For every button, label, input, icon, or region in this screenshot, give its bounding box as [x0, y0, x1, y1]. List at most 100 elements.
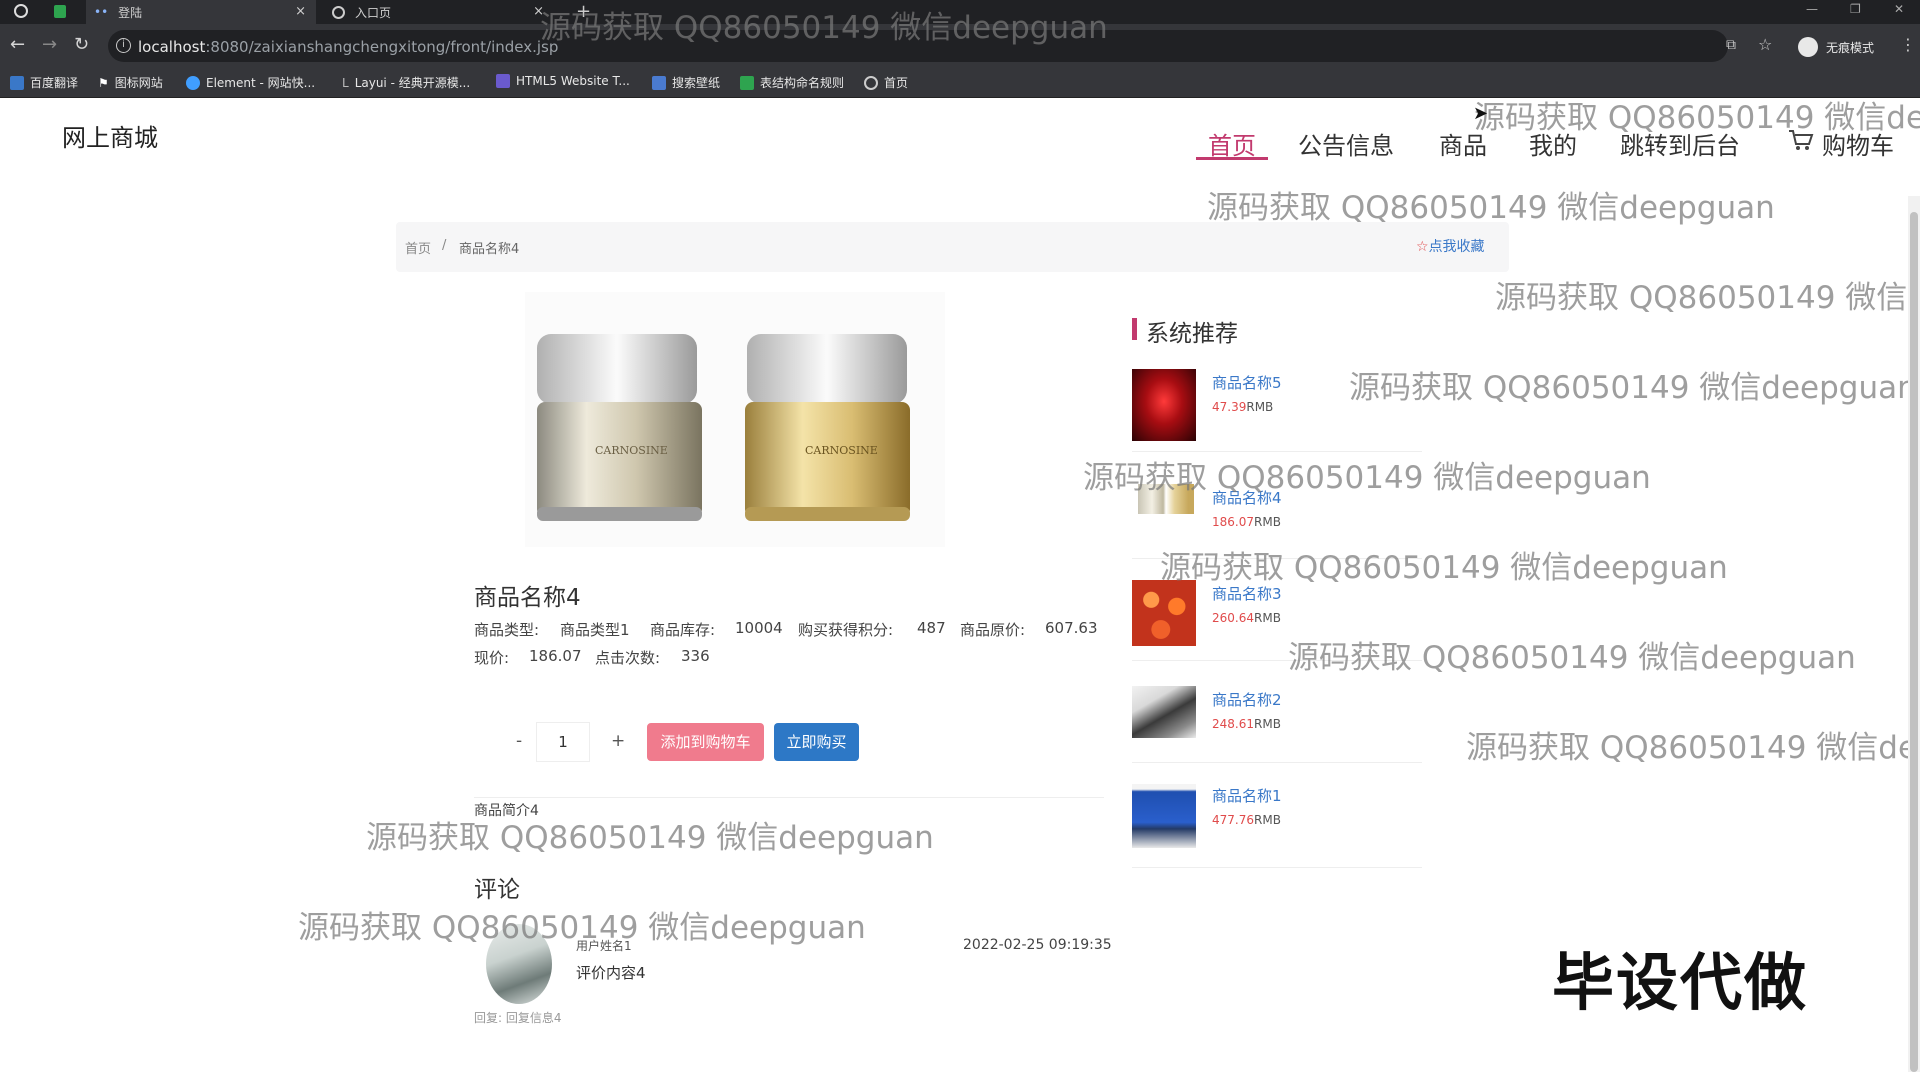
- watermark-text: 源码获取 QQ86050149 微信deepguan: [1207, 190, 1775, 226]
- site-logo[interactable]: 网上商城: [62, 118, 158, 153]
- orig-price-value: 607.63: [1045, 619, 1098, 637]
- flag-icon: ⚑: [98, 75, 109, 90]
- price-unit: RMB: [1254, 813, 1281, 827]
- tab-entry-title: 入口页: [355, 5, 392, 20]
- favorite-button[interactable]: ☆点我收藏: [1416, 236, 1485, 256]
- recommend-title: 系统推荐: [1146, 321, 1238, 347]
- sheet-icon[interactable]: [54, 5, 66, 18]
- star-icon: ☆: [1416, 239, 1429, 255]
- minimize-icon[interactable]: —: [1806, 2, 1818, 16]
- divider: [1132, 762, 1422, 763]
- stock-label: 商品库存:: [650, 621, 716, 639]
- reload-icon[interactable]: ↻: [74, 35, 89, 55]
- product-title: 商品名称4: [474, 585, 581, 611]
- table-icon: [740, 75, 754, 90]
- quantity-decrement-button[interactable]: -: [516, 731, 522, 751]
- breadcrumb-current: 商品名称4: [459, 242, 520, 257]
- watermark-text: 源码获取 QQ86050149 微信deepguan: [540, 10, 1108, 46]
- watermark-text: 源码获取 QQ86050149 微信deepguan: [1349, 370, 1917, 406]
- tab-dots-icon: ••: [94, 5, 109, 19]
- recommend-item-name[interactable]: 商品名称2: [1212, 689, 1282, 710]
- url-path: :8080/zaixianshangchengxitong/front/inde…: [205, 38, 559, 56]
- price-number: 186.07: [1212, 515, 1254, 529]
- mouse-cursor-icon: ➤: [1473, 103, 1489, 124]
- close-icon[interactable]: ×: [295, 4, 306, 19]
- stock-value: 10004: [735, 619, 783, 637]
- bookmark-item[interactable]: 搜索壁纸: [652, 74, 720, 91]
- nav-active-underline: [1196, 157, 1268, 160]
- more-menu-icon[interactable]: ⋮: [1900, 35, 1916, 54]
- tab-login[interactable]: •• 登陆 ×: [86, 0, 316, 24]
- bookmark-label: Element - 网站快...: [206, 76, 316, 90]
- element-icon: [186, 75, 200, 90]
- divider: [1132, 867, 1422, 868]
- bookmark-item[interactable]: HTML5 Website T...: [496, 74, 630, 88]
- breadcrumb-separator: /: [442, 238, 447, 253]
- price-unit: RMB: [1254, 717, 1281, 731]
- watermark-text: 源码获取 QQ86050149 微信de: [1495, 280, 1920, 316]
- recommend-thumb-flowers[interactable]: [1132, 580, 1196, 646]
- add-to-cart-button[interactable]: 添加到购物车: [647, 723, 764, 761]
- nav-notices[interactable]: 公告信息: [1298, 126, 1394, 161]
- scrollbar-thumb[interactable]: [1910, 212, 1918, 1072]
- recommend-thumb-red-bottle[interactable]: [1132, 369, 1196, 441]
- window-close-icon[interactable]: ✕: [1894, 2, 1904, 16]
- recommend-item-price: 248.61RMB: [1212, 717, 1281, 731]
- recommend-item-price: 186.07RMB: [1212, 515, 1281, 529]
- comments-title: 评论: [474, 877, 520, 903]
- globe-icon: [332, 5, 345, 19]
- bookmark-item[interactable]: 首页: [864, 74, 908, 91]
- url-host: localhost: [138, 38, 206, 56]
- price-unit: RMB: [1246, 400, 1274, 414]
- points-value: 487: [917, 619, 946, 637]
- bookmark-star-icon[interactable]: ☆: [1758, 35, 1772, 54]
- points-label: 购买获得积分:: [798, 621, 894, 639]
- translate-icon[interactable]: ⧉: [1726, 37, 1736, 53]
- price-label: 现价:: [474, 649, 510, 667]
- incognito-icon: [1798, 37, 1818, 57]
- clicks-value: 336: [681, 647, 710, 665]
- bookmark-label: 搜索壁纸: [672, 76, 721, 90]
- favorite-label: 点我收藏: [1428, 239, 1485, 255]
- recommend-thumb-sweater[interactable]: [1132, 784, 1196, 848]
- comment-reply: 回复: 回复信息4: [474, 1011, 562, 1025]
- recommend-item-price: 260.64RMB: [1212, 611, 1281, 625]
- recommend-accent-bar: [1132, 318, 1137, 340]
- bookmark-item[interactable]: 百度翻译: [10, 74, 78, 91]
- bookmark-item[interactable]: ᒪ Layui - 经典开源模...: [342, 74, 470, 91]
- nav-home[interactable]: 首页: [1208, 126, 1256, 161]
- bookmark-item[interactable]: 表结构命名规则: [740, 74, 844, 91]
- globe-icon: [864, 75, 878, 90]
- product-image: CARNOSINE CARNOSINE: [525, 292, 945, 547]
- bookmark-item[interactable]: Element - 网站快...: [186, 74, 315, 91]
- product-image-brand: CARNOSINE: [805, 444, 878, 457]
- watermark-text: 源码获取 QQ86050149 微信dee: [1474, 100, 1920, 136]
- bookmark-item[interactable]: ⚑ 图标网站: [98, 74, 163, 91]
- buy-now-button[interactable]: 立即购买: [774, 723, 859, 761]
- tab-entry[interactable]: 入口页 ×: [324, 0, 554, 24]
- layui-icon: ᒪ: [342, 75, 349, 90]
- price-number: 47.39: [1212, 400, 1247, 414]
- breadcrumb-home[interactable]: 首页: [405, 238, 431, 257]
- forward-icon[interactable]: →: [42, 35, 57, 55]
- recommend-item-price: 47.39RMB: [1212, 400, 1273, 414]
- breadcrumb: [396, 222, 1509, 272]
- bookmark-label: Layui - 经典开源模...: [354, 76, 471, 90]
- restore-icon[interactable]: ❐: [1850, 2, 1861, 16]
- recommend-item-name[interactable]: 商品名称5: [1212, 372, 1282, 393]
- wallpaper-icon: [652, 75, 666, 90]
- quantity-increment-button[interactable]: +: [611, 731, 625, 751]
- watermark-text: 源码获取 QQ86050149 微信deep: [1466, 730, 1920, 766]
- price-unit: RMB: [1254, 611, 1281, 625]
- watermark-text: 源码获取 QQ86050149 微信deepguan: [298, 910, 866, 946]
- bookmark-label: HTML5 Website T...: [516, 74, 630, 88]
- price-number: 260.64: [1212, 611, 1254, 625]
- profile-label[interactable]: 无痕模式: [1826, 39, 1874, 56]
- browser-menu-icon[interactable]: [14, 4, 28, 18]
- recommend-thumb-phone[interactable]: [1132, 686, 1196, 738]
- recommend-item-name[interactable]: 商品名称1: [1212, 785, 1282, 806]
- type-label: 商品类型:: [474, 621, 540, 639]
- type-value: 商品类型1: [560, 621, 630, 639]
- quantity-input[interactable]: 1: [536, 722, 590, 762]
- back-icon[interactable]: ←: [10, 35, 25, 55]
